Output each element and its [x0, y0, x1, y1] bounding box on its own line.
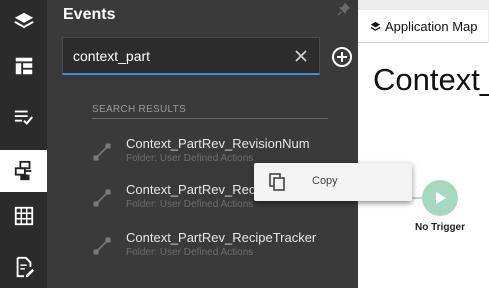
context-menu: Copy — [254, 163, 412, 201]
rail-document-button[interactable] — [0, 246, 47, 288]
tab-label: Application Map — [385, 18, 478, 34]
play-icon — [436, 192, 446, 204]
action-link-icon — [93, 143, 111, 161]
search-field[interactable] — [62, 37, 320, 75]
menu-item-copy[interactable]: Copy — [254, 163, 412, 201]
events-icon — [14, 160, 31, 181]
tab-application-map[interactable]: Application Map — [358, 10, 488, 43]
map-title: Context_ — [373, 62, 489, 97]
rail-table-button[interactable] — [0, 195, 47, 237]
search-input[interactable] — [73, 46, 278, 66]
table-grid-icon — [14, 206, 33, 226]
layers-icon — [13, 12, 34, 29]
layout-icon — [15, 57, 32, 75]
trigger-node[interactable] — [422, 180, 458, 216]
rail-layout-button[interactable] — [0, 45, 47, 87]
result-folder: Folder: User Defined Actions — [126, 153, 254, 164]
result-name: Context_PartRev_RecipeTracker — [126, 230, 317, 245]
close-icon[interactable] — [293, 48, 309, 64]
layers-icon — [370, 21, 381, 31]
action-link-icon — [93, 189, 111, 207]
rail-layers-button[interactable] — [0, 0, 47, 42]
results-header: SEARCH RESULTS — [92, 104, 328, 119]
copy-label: Copy — [312, 175, 338, 187]
result-name: Context_PartRev_Reci — [126, 182, 259, 197]
copy-icon — [269, 173, 285, 191]
events-panel: Events SEARCH RESULTS Context_PartRev_Re… — [47, 0, 358, 288]
result-folder: Folder: User Defined Actions — [126, 247, 254, 258]
rail-events-button[interactable] — [0, 150, 47, 192]
result-item[interactable]: Context_PartRev_RecipeTracker Folder: Us… — [92, 230, 342, 266]
add-circle-icon[interactable] — [331, 46, 353, 68]
icon-rail — [0, 0, 47, 288]
rail-checklist-button[interactable] — [0, 96, 47, 138]
document-edit-icon — [16, 256, 34, 278]
result-folder: Folder: User Defined Actions — [126, 199, 254, 210]
panel-title: Events — [63, 6, 116, 23]
checklist-icon — [14, 110, 33, 125]
application-map-canvas: Application Map Context_ No Trigger — [358, 0, 489, 288]
action-link-icon — [93, 237, 111, 255]
trigger-label: No Trigger — [415, 222, 466, 233]
pin-icon[interactable] — [337, 2, 351, 16]
result-name: Context_PartRev_RevisionNum — [126, 136, 310, 151]
